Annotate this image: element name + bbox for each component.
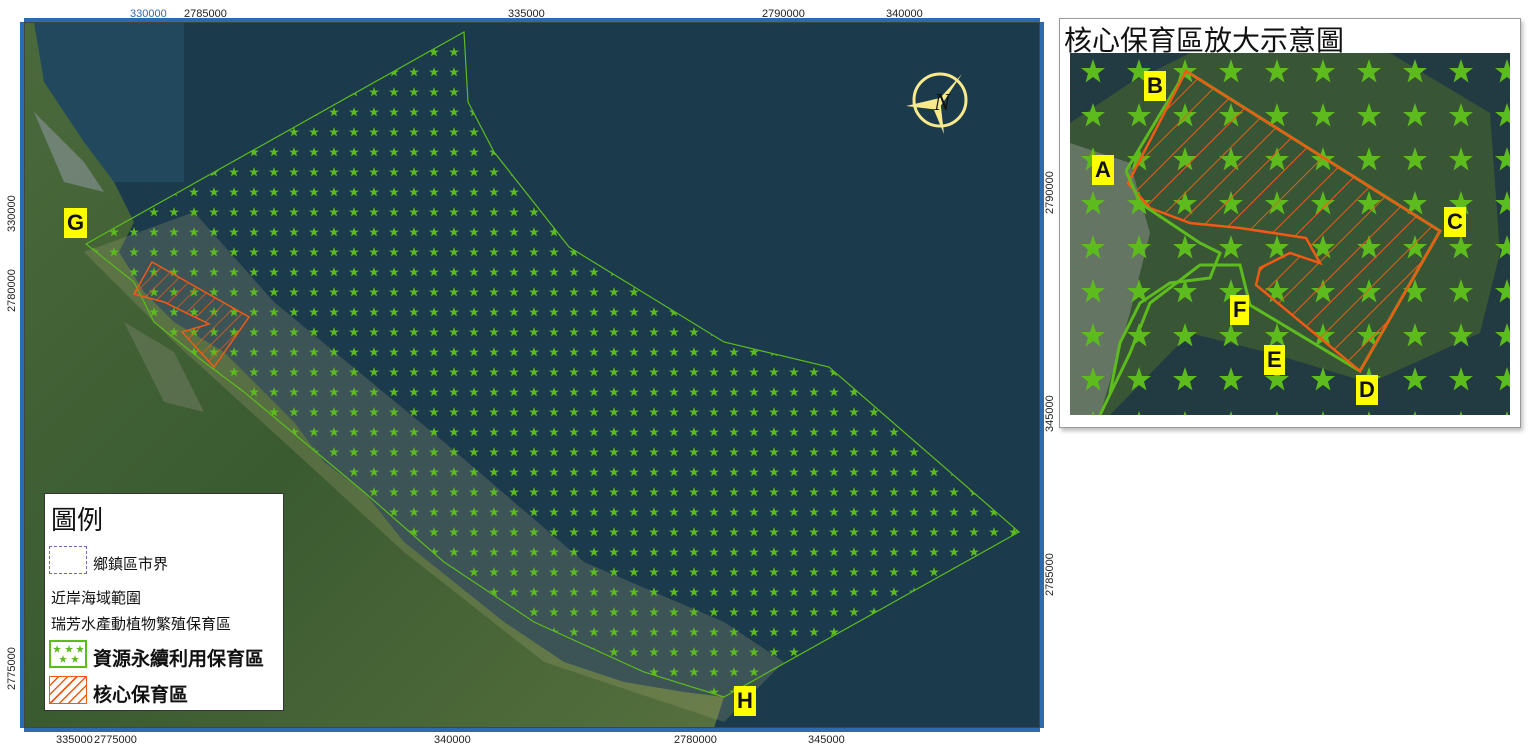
tick-left-2775000: 2775000: [6, 647, 18, 690]
tick-left-2780000: 2780000: [6, 269, 18, 312]
point-label-h: H: [734, 686, 756, 716]
legend-nearshore-label: 近岸海域範圍: [51, 590, 142, 607]
core-swatch: [49, 676, 87, 704]
tick-top-2790000: 2790000: [762, 8, 805, 20]
inset-point-a: A: [1092, 155, 1114, 185]
tick-bottom-340000: 340000: [434, 734, 471, 746]
tick-bottom-2780000: 2780000: [674, 734, 717, 746]
tick-top-2785000: 2785000: [184, 8, 227, 20]
legend-sustainable-label: 資源永續利用保育區: [93, 649, 265, 670]
legend-title: 圖例: [51, 505, 104, 535]
tick-top-330000: 330000: [130, 8, 167, 20]
tick-bottom-345000: 345000: [808, 734, 845, 746]
tick-top-340000: 340000: [886, 8, 923, 20]
legend-reserve-label: 瑞芳水產動植物繁殖保育區: [51, 616, 232, 633]
tick-left-330000: 330000: [6, 195, 18, 232]
tick-right-2785000: 2785000: [1044, 553, 1056, 596]
inset-point-e: E: [1264, 345, 1285, 375]
tick-bottom-335000: 335000: [56, 734, 93, 746]
boundary-swatch: [49, 546, 87, 574]
tick-bottom-2775000: 2775000: [94, 734, 137, 746]
inset-point-c: C: [1444, 207, 1466, 237]
inset-point-f: F: [1230, 295, 1250, 325]
core-zone-inset[interactable]: 核心保育區放大示意圖 A B C D E F: [1059, 18, 1521, 428]
svg-text:N: N: [933, 90, 952, 116]
point-label-g: G: [64, 208, 88, 238]
map-legend: 圖例 鄉鎮區市界 近岸海域範圍 瑞芳水產動植物繁殖保育區 資源永續利用保育區 核…: [44, 493, 284, 711]
legend-boundary-label: 鄉鎮區市界: [93, 556, 169, 573]
inset-point-b: B: [1144, 71, 1166, 101]
legend-core-label: 核心保育區: [93, 685, 189, 706]
tick-right-345000: 345000: [1044, 395, 1056, 432]
tick-top-335000: 335000: [508, 8, 545, 20]
inset-point-d: D: [1356, 375, 1378, 405]
tick-right-2790000: 2790000: [1044, 171, 1056, 214]
sustainable-swatch: [49, 640, 87, 668]
